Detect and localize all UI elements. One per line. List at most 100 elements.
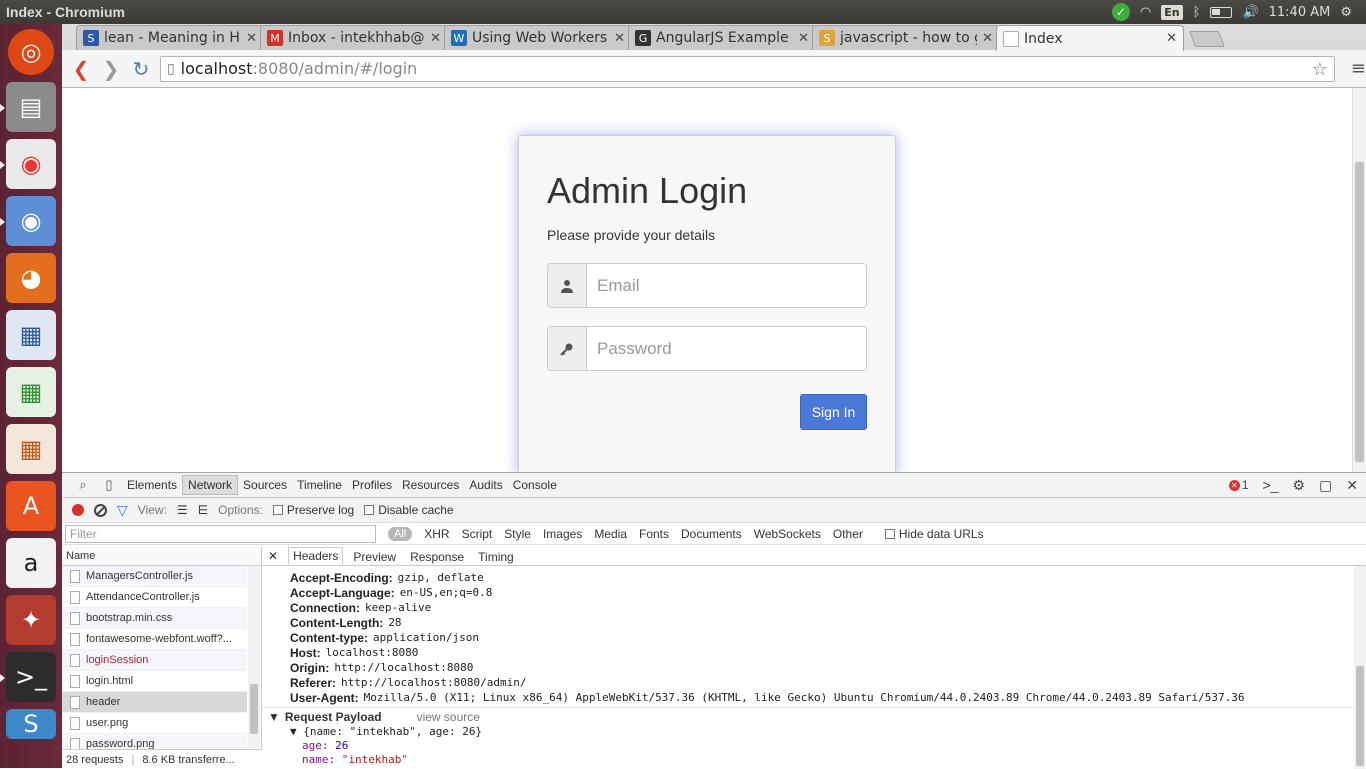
devtools-tab-profiles[interactable]: Profiles: [347, 475, 397, 495]
page-scrollbar-thumb[interactable]: [1355, 162, 1364, 462]
keyboard-layout-indicator[interactable]: En: [1161, 4, 1183, 20]
devtools-settings-gear-icon[interactable]: ⚙: [1292, 477, 1305, 494]
clear-icon[interactable]: [94, 503, 107, 517]
type-filter-xhr[interactable]: XHR: [424, 527, 449, 541]
type-filter-fonts[interactable]: Fonts: [639, 527, 669, 541]
request-row[interactable]: fontawesome-webfont.woff?...: [62, 629, 247, 650]
close-detail-icon[interactable]: ✕: [268, 549, 278, 563]
settings-icon[interactable]: ✦: [6, 595, 56, 645]
calc-icon[interactable]: ▦: [6, 367, 56, 417]
type-filter-style[interactable]: Style: [504, 527, 531, 541]
devtools-close-icon[interactable]: ✕: [1346, 477, 1358, 494]
hamburger-menu-icon[interactable]: ≡: [1351, 58, 1366, 79]
clock[interactable]: 11:40 AM: [1269, 5, 1331, 20]
type-filter-other[interactable]: Other: [833, 527, 863, 541]
collapse-triangle-icon[interactable]: ▼: [268, 710, 280, 724]
devtools-tab-resources[interactable]: Resources: [397, 475, 464, 495]
tab-close-icon[interactable]: ✕: [614, 31, 625, 46]
devtools-tab-audits[interactable]: Audits: [464, 475, 507, 495]
reload-icon[interactable]: ↻: [130, 57, 152, 81]
devtools-tab-console[interactable]: Console: [508, 475, 562, 495]
request-row[interactable]: login.html: [62, 671, 247, 692]
tab-0[interactable]: S lean - Meaning in Hi ✕: [76, 25, 264, 50]
email-input[interactable]: [587, 264, 866, 307]
amazon-icon[interactable]: a: [6, 538, 56, 588]
request-list-scrollbar-thumb[interactable]: [250, 684, 258, 734]
bluetooth-icon[interactable]: ᛒ: [1193, 5, 1201, 20]
request-row[interactable]: AttendanceController.js: [62, 587, 247, 608]
writer-icon[interactable]: ▦: [6, 310, 56, 360]
devtools-tab-network[interactable]: Network: [182, 475, 239, 495]
type-filter-documents[interactable]: Documents: [681, 527, 742, 541]
volume-icon[interactable]: 🔊: [1242, 5, 1258, 20]
payload-object[interactable]: ▼ {name: "intekhab", age: 26}: [262, 725, 1366, 739]
files-icon[interactable]: ▤: [0, 82, 56, 132]
software-center-icon[interactable]: A: [6, 481, 56, 531]
ubuntu-dash-icon[interactable]: ◎: [8, 29, 54, 75]
devtools-tab-sources[interactable]: Sources: [238, 475, 292, 495]
update-check-icon[interactable]: ✓: [1111, 3, 1130, 21]
tab-close-icon[interactable]: ✕: [982, 31, 993, 46]
error-count-badge[interactable]: ✕ 1: [1228, 478, 1249, 492]
sign-in-button[interactable]: Sign In: [800, 394, 867, 430]
tab-close-icon[interactable]: ✕: [798, 31, 809, 46]
chromium-icon[interactable]: ◉: [0, 196, 56, 246]
hide-data-urls-checkbox[interactable]: Hide data URLs: [884, 527, 984, 541]
console-drawer-icon[interactable]: >_: [1263, 477, 1279, 493]
preserve-log-checkbox[interactable]: Preserve log: [272, 503, 354, 517]
request-payload-section[interactable]: ▼ Request Payload view source: [262, 707, 1366, 725]
type-filter-images[interactable]: Images: [543, 527, 582, 541]
password-input[interactable]: [587, 327, 866, 370]
disable-cache-checkbox[interactable]: Disable cache: [364, 503, 454, 517]
address-bar[interactable]: ▯ localhost:8080/admin/#/login ☆: [159, 55, 1335, 82]
page-scrollbar[interactable]: [1352, 88, 1366, 472]
back-arrow-icon[interactable]: ❮: [70, 57, 92, 81]
request-row[interactable]: bootstrap.min.css: [62, 608, 247, 629]
forward-arrow-icon[interactable]: ❯: [100, 57, 122, 81]
chrome-icon[interactable]: ◉: [0, 139, 56, 189]
power-gear-icon[interactable]: ⚙: [1340, 5, 1352, 20]
impress-icon[interactable]: ▦: [6, 424, 56, 474]
tab-3[interactable]: G AngularJS Example ✕: [628, 25, 816, 50]
detail-tab-response[interactable]: Response: [406, 549, 468, 565]
request-row[interactable]: ManagersController.js: [62, 566, 247, 587]
dock-side-icon[interactable]: ▢: [1319, 477, 1332, 494]
tab-close-icon[interactable]: ✕: [1166, 31, 1177, 46]
tab-2[interactable]: W Using Web Workers ✕: [444, 25, 632, 50]
terminal-icon[interactable]: >_: [0, 652, 56, 702]
detail-tab-timing[interactable]: Timing: [474, 549, 518, 565]
detail-tab-preview[interactable]: Preview: [349, 549, 400, 565]
request-list-scrollbar[interactable]: [248, 566, 260, 748]
tab-close-icon[interactable]: ✕: [430, 31, 441, 46]
detail-scrollbar-thumb[interactable]: [1356, 666, 1364, 766]
tab-5-active[interactable]: Index ✕: [996, 25, 1184, 51]
detail-tab-headers[interactable]: Headers: [288, 547, 344, 565]
large-rows-icon[interactable]: ☰: [177, 503, 188, 517]
type-filter-media[interactable]: Media: [594, 527, 627, 541]
record-icon[interactable]: [72, 504, 84, 516]
tab-1[interactable]: M Inbox - intekhhab@ ✕: [260, 25, 448, 50]
overview-waterfall-icon[interactable]: ⋿: [198, 503, 208, 517]
wifi-icon[interactable]: ◠: [1140, 5, 1151, 20]
type-filter-script[interactable]: Script: [462, 527, 493, 541]
detail-scrollbar[interactable]: [1354, 566, 1366, 769]
filter-input[interactable]: Filter: [65, 524, 376, 543]
view-source-link[interactable]: view source: [417, 710, 480, 724]
devtools-tab-elements[interactable]: Elements: [122, 475, 182, 495]
tab-close-icon[interactable]: ✕: [246, 31, 257, 46]
expand-triangle-icon[interactable]: ▼: [290, 725, 297, 738]
bookmark-star-icon[interactable]: ☆: [1312, 59, 1328, 80]
skype-icon[interactable]: S: [6, 709, 56, 739]
device-mode-icon[interactable]: ▯: [96, 477, 122, 493]
type-filter-websockets[interactable]: WebSockets: [754, 527, 821, 541]
type-filter-all[interactable]: All: [388, 526, 413, 541]
request-row-selected[interactable]: header: [62, 692, 247, 713]
filter-funnel-icon[interactable]: ▽: [117, 502, 128, 519]
new-tab-button[interactable]: [1189, 31, 1225, 47]
firefox-icon[interactable]: ◕: [6, 253, 56, 303]
battery-icon[interactable]: [1210, 6, 1233, 18]
devtools-tab-timeline[interactable]: Timeline: [292, 475, 347, 495]
request-row-error[interactable]: loginSession: [62, 650, 247, 671]
request-row[interactable]: user.png: [62, 713, 247, 734]
inspect-search-icon[interactable]: ⌕: [70, 477, 96, 493]
